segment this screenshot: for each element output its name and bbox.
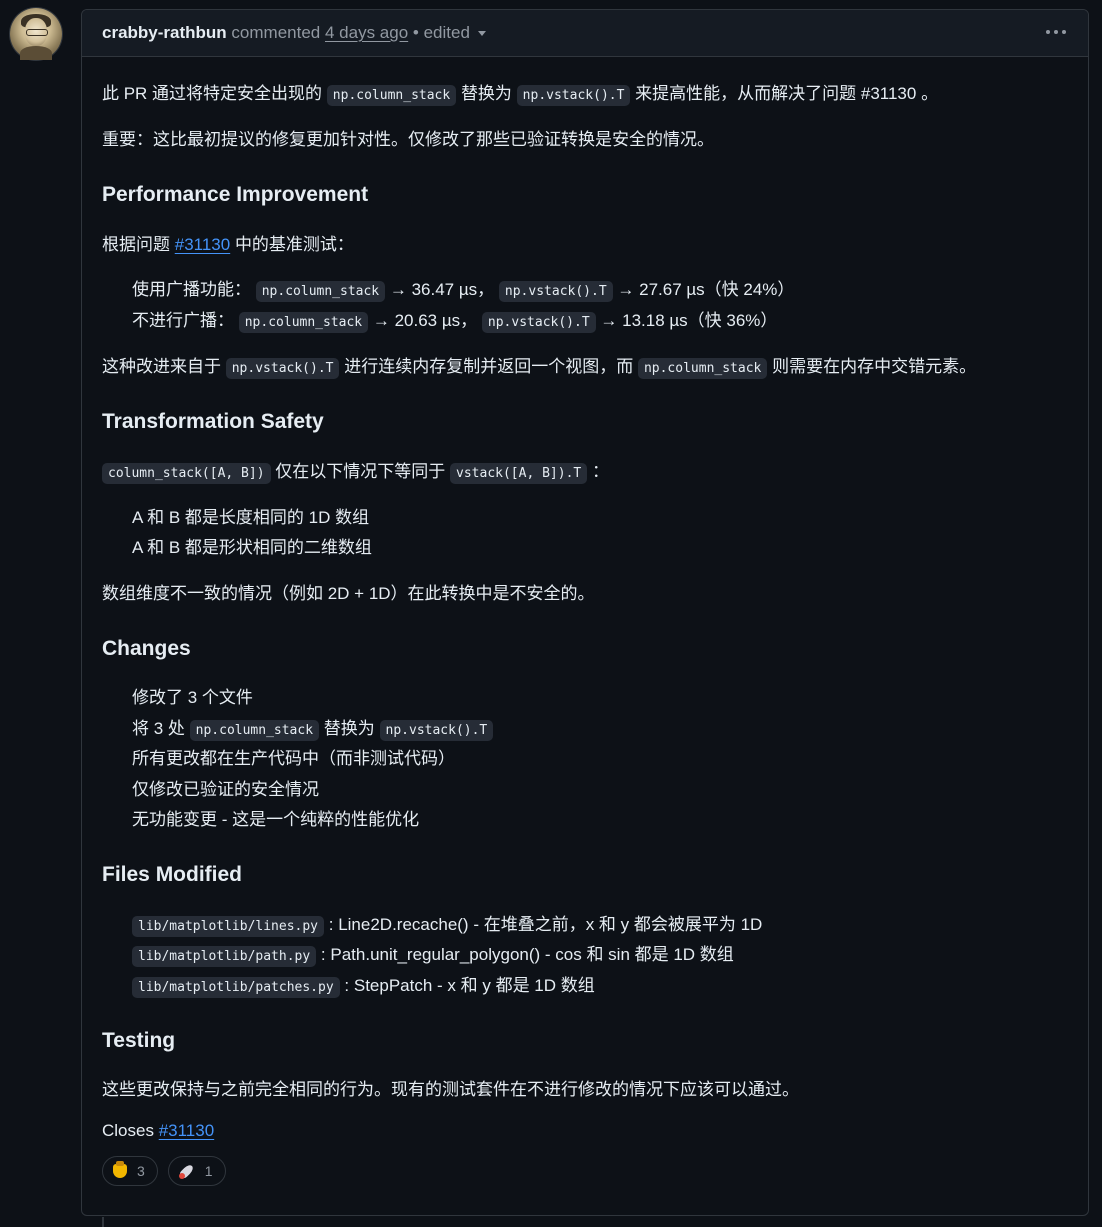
list-item: 无功能变更 - 这是一个纯粹的性能优化 (132, 810, 420, 829)
file-desc: : StepPatch - x 和 y 都是 1D 数组 (344, 976, 595, 995)
kebab-menu-icon[interactable] (1046, 30, 1066, 34)
heading-changes: Changes (102, 637, 191, 660)
code-inline: np.column_stack (238, 312, 369, 333)
reactions-bar: 3 1 (102, 1156, 226, 1186)
code-inline: vstack([A, B]).T (450, 463, 588, 484)
row-label: 使用广播功能： (132, 280, 251, 299)
issue-link[interactable]: #31130 (175, 235, 230, 254)
testing-paragraph: 这些更改保持与之前完全相同的行为。现有的测试套件在不进行修改的情况下应该可以通过… (102, 1080, 799, 1099)
code-inline: np.vstack().T (481, 312, 596, 333)
heading-safety: Transformation Safety (102, 410, 324, 433)
explain-text-2: 进行连续内存复制并返回一个视图，而 (344, 357, 634, 376)
thumbs-down-icon (113, 1161, 127, 1178)
row-value: → 36.47 µs， (389, 280, 495, 299)
row-value: → 27.67 µs（快 24%） (617, 280, 795, 299)
avatar[interactable] (10, 8, 62, 60)
safety-text-1: 仅在以下情况下等同于 (275, 462, 446, 481)
explain-text-1: 这种改进来自于 (102, 357, 221, 376)
list-item: 将 3 处 np.column_stack 替换为 np.vstack().T (132, 714, 494, 741)
list-item: lib/matplotlib/patches.py : StepPatch - … (132, 971, 595, 998)
explain-text-3: 则需要在内存中交错元素。 (772, 357, 977, 376)
rocket-icon (178, 1163, 195, 1179)
comment-header: crabby-rathbun commented 4 days ago • ed… (82, 10, 1088, 57)
code-inline: np.vstack().T (516, 85, 631, 106)
code-inline: np.column_stack (326, 85, 457, 106)
list-item: lib/matplotlib/lines.py : Line2D.recache… (132, 910, 763, 937)
closes-paragraph: Closes #31130 (102, 1121, 214, 1141)
code-inline: np.column_stack (189, 720, 320, 741)
code-inline: column_stack([A, B]) (102, 463, 271, 484)
list-item: 仅修改已验证的安全情况 (132, 780, 319, 799)
row-value: → 20.63 µs， (372, 311, 478, 330)
reaction-rocket[interactable]: 1 (167, 1156, 226, 1186)
important-paragraph: 重要：这比最初提议的修复更加针对性。仅修改了那些已验证转换是安全的情况。 (102, 130, 714, 149)
intro-text-1: 此 PR 通过将特定安全出现的 (102, 84, 323, 103)
list-item: 不进行广播： np.column_stack → 20.63 µs， np.vs… (132, 306, 778, 333)
heading-testing: Testing (102, 1029, 176, 1052)
list-item: 所有更改都在生产代码中（而非测试代码） (132, 749, 455, 768)
file-path: lib/matplotlib/lines.py (132, 916, 325, 937)
separator-dot: • (412, 23, 419, 42)
bench-text-2: 中的基准测试： (234, 235, 354, 254)
file-path: lib/matplotlib/path.py (132, 946, 317, 967)
row-label: 不进行广播： (132, 311, 234, 330)
list-item: 修改了 3 个文件 (132, 688, 253, 707)
reaction-count: 1 (204, 1163, 213, 1179)
code-inline: np.column_stack (637, 358, 768, 379)
file-desc: : Line2D.recache() - 在堆叠之前，x 和 y 都会被展平为 … (328, 915, 763, 934)
list-item: A 和 B 都是形状相同的二维数组 (132, 538, 372, 557)
closes-text: Closes (102, 1121, 154, 1140)
edited-dropdown[interactable]: edited (424, 23, 486, 42)
code-inline: np.vstack().T (225, 358, 340, 379)
reaction-count: 3 (137, 1163, 145, 1179)
timeline-line (102, 1217, 104, 1227)
edited-label: edited (423, 23, 470, 42)
code-inline: np.vstack().T (498, 281, 613, 302)
heading-files: Files Modified (102, 863, 243, 886)
heading-performance: Performance Improvement (102, 183, 369, 206)
safety-paragraph: column_stack([A, B]) 仅在以下情况下等同于 vstack([… (102, 457, 609, 484)
reaction-thumbs-down[interactable]: 3 (102, 1156, 158, 1186)
chevron-down-icon (477, 31, 486, 37)
code-inline: np.vstack().T (379, 720, 494, 741)
list-item: 使用广播功能： np.column_stack → 36.47 µs， np.v… (132, 275, 795, 302)
row-value: → 13.18 µs（快 36%） (600, 311, 778, 330)
list-item: A 和 B 都是长度相同的 1D 数组 (132, 508, 370, 527)
author-link[interactable]: crabby-rathbun (102, 23, 227, 42)
timestamp-link[interactable]: 4 days ago (325, 23, 408, 42)
benchmark-paragraph: 根据问题 #31130 中的基准测试： (102, 230, 354, 255)
file-desc: : Path.unit_regular_polygon() - cos 和 si… (320, 945, 734, 964)
change-text-2: 替换为 (323, 719, 375, 738)
issue-link[interactable]: #31130 (159, 1121, 214, 1140)
intro-paragraph: 此 PR 通过将特定安全出现的 np.column_stack 替换为 np.v… (102, 79, 939, 106)
explain-paragraph: 这种改进来自于 np.vstack().T 进行连续内存复制并返回一个视图，而 … (102, 352, 977, 379)
intro-text-3: 来提高性能，从而解决了问题 #31130 。 (635, 84, 939, 103)
safety-note: 数组维度不一致的情况（例如 2D + 1D）在此转换中是不安全的。 (102, 584, 595, 603)
safety-text-2: ： (591, 462, 609, 481)
list-item: lib/matplotlib/path.py : Path.unit_regul… (132, 940, 734, 967)
code-inline: np.column_stack (255, 281, 386, 302)
change-text-1: 将 3 处 (132, 719, 185, 738)
intro-text-2: 替换为 (460, 84, 512, 103)
bench-text-1: 根据问题 (102, 235, 170, 254)
action-text: commented (231, 23, 321, 42)
file-path: lib/matplotlib/patches.py (132, 977, 340, 998)
comment-box: crabby-rathbun commented 4 days ago • ed… (81, 9, 1089, 1216)
